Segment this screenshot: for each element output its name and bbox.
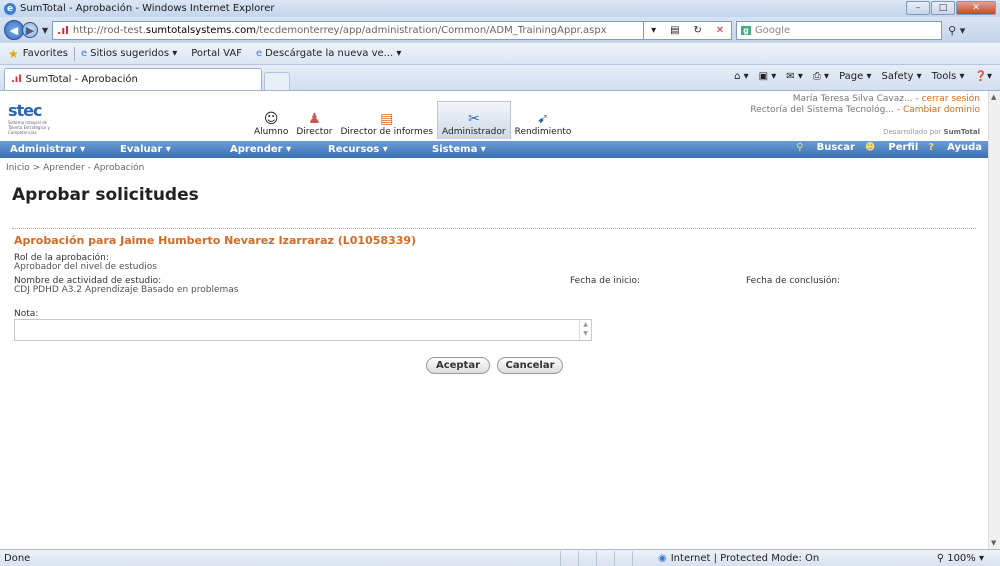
status-bar: Done ◉ Internet | Protected Mode: On ⚲ 10… xyxy=(0,549,1000,566)
page-title: Aprobar solicitudes xyxy=(12,185,199,205)
new-tab-button[interactable] xyxy=(264,72,290,90)
note-label: Nota: xyxy=(14,309,39,319)
url-tools: ▾ ▤ ↻ ✕ xyxy=(644,20,733,40)
print-icon[interactable]: ⎙ ▾ xyxy=(813,71,829,82)
accept-button[interactable]: Aceptar xyxy=(426,357,490,374)
url-input[interactable]: .ıl http://rod-test.sumtotalsystems.com/… xyxy=(52,20,645,40)
window-titlebar: e SumTotal - Aprobación - Windows Intern… xyxy=(0,0,1000,17)
scroll-down-icon[interactable]: ▼ xyxy=(991,539,996,547)
close-window-button[interactable]: ✕ xyxy=(956,1,996,15)
compatibility-icon[interactable]: ▤ xyxy=(670,25,679,36)
breadcrumb: Inicio > Aprender - Aprobación xyxy=(6,163,145,173)
search-icon: ⚲ xyxy=(796,142,804,153)
forward-button[interactable]: ▶ xyxy=(22,22,38,38)
director-icon: ♟ xyxy=(308,111,321,127)
ie-page-icon: e xyxy=(80,48,88,59)
role-director-informes[interactable]: ▤ Director de informes xyxy=(337,101,438,139)
fav-item-download[interactable]: e Descárgate la nueva ve... ▾ xyxy=(256,48,401,59)
user-name: María Teresa Silva Cavaz... xyxy=(792,94,913,104)
end-date-label: Fecha de conclusión: xyxy=(746,276,841,286)
page-scrollbar[interactable]: ▲ ▼ xyxy=(988,91,1000,549)
fav-item-portal-vaf[interactable]: Portal VAF xyxy=(191,48,242,59)
logout-link[interactable]: cerrar sesión xyxy=(922,94,980,104)
page-menu[interactable]: Page ▾ xyxy=(839,71,871,82)
tools-menu[interactable]: Tools ▾ xyxy=(932,71,965,82)
note-textarea[interactable]: ▲ ▼ xyxy=(14,319,592,341)
url-text: http://rod-test.sumtotalsystems.com/tecd… xyxy=(72,24,607,36)
role-director[interactable]: ♟ Director xyxy=(292,101,336,139)
menu-aprender[interactable]: Aprender ▾ xyxy=(220,144,318,155)
menu-right-links: ⚲ Buscar ☻ Perfil ? Ayuda xyxy=(786,142,982,153)
history-dropdown-icon[interactable]: ▼ xyxy=(42,26,48,35)
developed-by: Desarrollado por SumTotal xyxy=(883,128,980,136)
menu-sistema[interactable]: Sistema ▾ xyxy=(422,144,526,155)
divider xyxy=(12,228,976,229)
search-icon[interactable]: ⚲ ▾ xyxy=(948,24,965,37)
url-dropdown-icon[interactable]: ▾ xyxy=(651,25,656,36)
maximize-button[interactable]: □ xyxy=(931,1,955,15)
performance-icon: ➹ xyxy=(537,111,549,127)
menu-recursos[interactable]: Recursos ▾ xyxy=(318,144,422,155)
stec-logo[interactable]: stec Sistema Integral de Talento Estraté… xyxy=(8,101,62,135)
search-provider-icon: g xyxy=(741,25,751,35)
role-rendimiento[interactable]: ➹ Rendimiento xyxy=(511,101,576,139)
minimize-button[interactable]: – xyxy=(906,1,930,15)
user-info: María Teresa Silva Cavaz... - cerrar ses… xyxy=(750,94,980,115)
search-input[interactable]: g Google xyxy=(736,20,943,40)
profile-link[interactable]: ☻ Perfil xyxy=(865,142,918,153)
safety-menu[interactable]: Safety ▾ xyxy=(881,71,921,82)
admin-icon: ✂ xyxy=(467,111,480,127)
approval-heading: Aprobación para Jaime Humberto Nevarez I… xyxy=(14,234,417,247)
feeds-icon[interactable]: ▣ ▾ xyxy=(759,71,777,82)
menu-evaluar[interactable]: Evaluar ▾ xyxy=(110,144,220,155)
zoom-level[interactable]: ⚲ 100% ▾ xyxy=(937,553,984,564)
help-link[interactable]: ? Ayuda xyxy=(928,142,982,153)
page-viewport: stec Sistema Integral de Talento Estraté… xyxy=(0,91,988,549)
back-button[interactable]: ◀ xyxy=(4,20,24,40)
scroll-up-icon[interactable]: ▲ xyxy=(991,93,996,101)
address-bar: ◀ ▶ ▼ .ıl http://rod-test.sumtotalsystem… xyxy=(0,17,1000,43)
help-icon[interactable]: ❓▾ xyxy=(975,71,992,82)
favorites-bar: ★ Favorites e Sitios sugeridos ▾ Portal V… xyxy=(0,43,1000,65)
role-administrador[interactable]: ✂ Administrador xyxy=(437,101,511,139)
role-value: Aprobador del nivel de estudios xyxy=(14,262,157,272)
note-scrollbar[interactable]: ▲ ▼ xyxy=(579,320,591,340)
globe-icon: ◉ xyxy=(658,552,667,564)
student-icon: ☺ xyxy=(263,111,279,127)
change-domain-link[interactable]: Cambiar dominio xyxy=(903,105,980,115)
site-header: stec Sistema Integral de Talento Estraté… xyxy=(0,91,988,141)
reports-icon: ▤ xyxy=(380,111,394,127)
command-bar: ⌂ ▾ ▣ ▾ ✉ ▾ ⎙ ▾ Page ▾ Safety ▾ Tools ▾ … xyxy=(724,71,992,82)
role-switcher: ☺ Alumno ♟ Director ▤ Director de inform… xyxy=(250,101,575,139)
browser-tab[interactable]: .ıl SumTotal - Aprobación xyxy=(4,68,262,90)
main-menu: Administrar ▾ Evaluar ▾ Aprender ▾ Recur… xyxy=(0,141,988,158)
window-title: SumTotal - Aprobación - Windows Internet… xyxy=(20,3,275,14)
search-link[interactable]: ⚲ Buscar xyxy=(796,142,855,153)
profile-icon: ☻ xyxy=(864,142,876,153)
tab-favicon-icon: .ıl xyxy=(11,74,22,85)
ie-page-icon: e xyxy=(255,48,263,59)
role-alumno[interactable]: ☺ Alumno xyxy=(250,101,292,139)
domain-name: Rectoría del Sistema Tecnológ... xyxy=(750,105,894,115)
stop-icon[interactable]: ✕ xyxy=(716,25,724,36)
activity-value: CDJ PDHD A3.2 Aprendizaje Basado en prob… xyxy=(14,285,239,295)
cancel-button[interactable]: Cancelar xyxy=(497,357,563,374)
status-text: Done xyxy=(4,552,31,564)
fav-item-suggested[interactable]: e Sitios sugeridos ▾ xyxy=(81,48,177,59)
help-icon: ? xyxy=(928,142,935,153)
window-controls: – □ ✕ xyxy=(905,1,996,15)
menu-administrar[interactable]: Administrar ▾ xyxy=(0,144,110,155)
favorites-button[interactable]: Favorites xyxy=(23,48,68,59)
favorites-star-icon[interactable]: ★ xyxy=(8,47,19,61)
refresh-icon[interactable]: ↻ xyxy=(693,25,701,36)
ie-logo-icon: e xyxy=(4,2,16,15)
home-icon[interactable]: ⌂ ▾ xyxy=(734,71,749,82)
start-date-label: Fecha de inicio: xyxy=(570,276,641,286)
mail-icon[interactable]: ✉ ▾ xyxy=(786,71,803,82)
site-favicon-icon: .ıl xyxy=(57,23,69,37)
security-zone[interactable]: ◉ Internet | Protected Mode: On xyxy=(658,553,819,564)
